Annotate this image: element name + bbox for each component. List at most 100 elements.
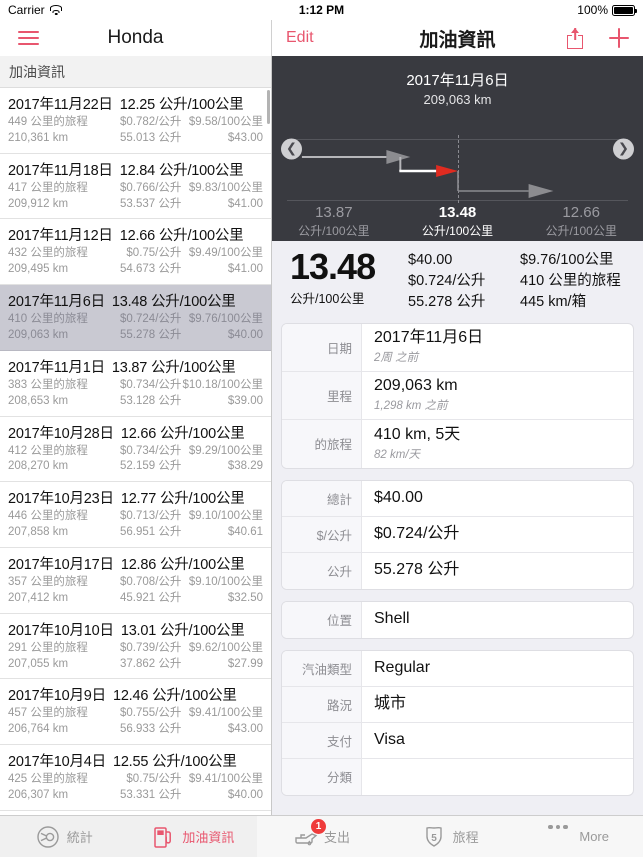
detail-row-label: 路況 [282,686,362,722]
detail-row[interactable]: 汽油類型 Regular [282,650,633,687]
fillup-row[interactable]: 2017年10月9日 12.46 公升/100公里 457 公里的旅程 $0.755/… [0,679,271,746]
detail-row-subvalue: 1,298 km 之前 [374,400,448,413]
scrollbar[interactable] [267,90,270,124]
detail-row-value-cell[interactable]: 410 km, 5天 82 km/天 [362,420,633,468]
fillup-row-line-2: 207,412 km 45.921 公升 $32.50 [8,591,263,607]
detail-row-value-cell[interactable]: 2017年11月6日 2周 之前 [362,324,633,371]
chart-next-button[interactable]: ❯ [613,138,634,159]
fillup-row-efficiency: 12.25 公升/100公里 [119,97,244,113]
detail-row-value-cell[interactable]: $0.724/公升 [362,517,633,552]
tab-oil-can[interactable]: 1 支出 [257,816,386,857]
fillup-row-line-2: 208,270 km 52.159 公升 $38.29 [8,459,263,475]
fillup-row-litres: 54.673 公升 [120,263,182,276]
detail-row-value-cell[interactable]: Visa [362,723,633,758]
fillup-row-line-2: 210,361 km 55.013 公升 $43.00 [8,131,263,147]
hamburger-menu-icon[interactable] [6,31,50,45]
detail-row[interactable]: 支付 Visa [282,722,633,759]
detail-row-value: Shell [374,610,410,628]
detail-row[interactable]: 位置 Shell [282,601,633,638]
detail-row-value-cell[interactable]: $40.00 [362,481,633,516]
plus-icon[interactable] [609,28,629,48]
fillup-row[interactable]: 2017年11月1日 13.87 公升/100公里 383 公里的旅程 $0.734/… [0,350,271,417]
detail-row[interactable]: 路況 城市 [282,686,633,723]
fillup-row-odometer: 209,912 km [8,197,69,210]
status-bar-right: 100% [577,3,643,17]
detail-row-label: 支付 [282,722,362,758]
fillup-row-efficiency: 12.66 公升/100公里 [120,425,245,442]
app-root: Carrier 1:12 PM 100% Honda Edit 加油資訊 加油資… [0,0,643,857]
chart-prev-button[interactable]: ❮ [281,138,302,159]
detail-row-subvalue: 82 km/天 [374,448,421,461]
detail-row[interactable]: $/公升 $0.724/公升 [282,516,633,553]
fillup-row[interactable]: 2017年10月4日 12.55 公升/100公里 425 公里的旅程 $0.75/公… [0,745,271,811]
fillup-row-line-1: 291 公里的旅程 $0.739/公升 $9.62/100公里 [8,641,263,657]
fillup-row[interactable]: 2017年10月17日 12.86 公升/100公里 357 公里的旅程 $0.708… [0,548,271,614]
chart-current-marker [457,135,459,203]
fillup-row-cost-per-100: $9.58/100公里 [188,116,263,128]
fillups-sidebar: 加油資訊 2017年11月22日 12.25 公升/100公里 449 公里的旅程 $… [0,56,272,815]
edit-button[interactable]: Edit [286,29,314,47]
fillup-row[interactable]: 2017年10月10日 13.01 公升/100公里 291 公里的旅程 $0.739… [0,613,271,680]
detail-row[interactable]: 總計 $40.00 [282,480,633,517]
detail-row-value-cell[interactable]: Regular [362,651,633,686]
detail-row-value-cell[interactable]: Shell [362,602,633,638]
tab-label: 統計 [66,830,93,845]
summary-column-2: $40.00 $0.724/公升 55.278 公升 [408,250,520,313]
fillup-row-line-1: 457 公里的旅程 $0.755/公升 $9.41/100公里 [8,706,263,722]
detail-row-value-cell[interactable] [362,759,633,795]
fillup-row-trip: 432 公里的旅程 [8,247,88,260]
fillup-row[interactable]: 2017年10月28日 12.66 公升/100公里 412 公里的旅程 $0.734… [0,416,271,483]
fillup-row-cost-per-100: $9.83/100公里 [188,181,263,194]
detail-row[interactable]: 公升 55.278 公升 [282,552,633,589]
summary-trip-distance: 410 公里的旅程 [520,272,621,289]
fuel-pump-icon [151,825,175,849]
fillup-row-total: $41.00 [227,263,263,276]
fillup-row-price-per-litre: $0.708/公升 [120,576,182,589]
tab-label: More [579,829,609,844]
fillup-row-trip: 412 公里的旅程 [8,444,88,457]
chart-tick-unit: 公升/100公里 [421,224,494,238]
fillup-row-efficiency: 12.77 公升/100公里 [120,491,245,508]
battery-icon [612,4,637,16]
fillup-row-litres: 52.159 公升 [120,460,182,473]
nav-actions [567,27,629,49]
detail-row-value: 55.278 公升 [374,561,460,579]
fillup-row-odometer: 206,764 km [8,723,69,736]
tab-fuel-pump[interactable]: 加油資訊 [128,816,258,857]
fillup-row-headline: 2017年11月6日 13.48 公升/100公里 [8,290,263,311]
fillup-row-line-2: 207,055 km 37.862 公升 $27.99 [8,657,263,673]
chart-subtitle: 209,063 km [423,92,492,107]
detail-row-value: Visa [374,730,405,748]
summary-primary: 13.48 公升/100公里 [290,246,408,307]
fillup-row-cost-per-100: $9.41/100公里 [188,773,263,786]
detail-row[interactable]: 的旅程 410 km, 5天 82 km/天 [282,419,633,468]
fillups-list[interactable]: 2017年11月22日 12.25 公升/100公里 449 公里的旅程 $0.782… [0,88,271,815]
tab-stats-gauge[interactable]: 統計 [0,816,129,857]
fillup-row-line-2: 206,307 km 53.331 公升 $40.00 [8,788,263,804]
fillup-row-price-per-litre: $0.755/公升 [120,707,182,720]
detail-row[interactable]: 日期 2017年11月6日 2周 之前 [282,323,633,372]
fillup-row[interactable]: 2017年11月18日 12.84 公升/100公里 417 公里的旅程 $0.766… [0,153,271,220]
fillup-row[interactable]: 2017年11月12日 12.66 公升/100公里 432 公里的旅程 $0.75/… [0,219,271,286]
chart-tick-unit: 公升/100公里 [545,224,617,238]
chart-title: 2017年11月6日 [406,72,509,89]
fillup-row[interactable]: 2017年11月6日 13.48 公升/100公里 410 公里的旅程 $0.724/… [0,285,271,351]
detail-row[interactable]: 里程 209,063 km 1,298 km 之前 [282,371,633,420]
fillup-row[interactable]: 2017年11月22日 12.25 公升/100公里 449 公里的旅程 $0.782… [0,88,271,154]
tab-highway-shield[interactable]: 5 旅程 [386,816,515,857]
share-icon[interactable] [567,27,583,49]
fillup-row-date: 2017年10月10日 [8,622,114,639]
detail-row-label: $/公升 [282,516,362,552]
detail-row-value-cell[interactable]: 55.278 公升 [362,553,633,589]
detail-group: 日期 2017年11月6日 2周 之前 里程 209,063 km 1,298 km 之前… [281,322,634,469]
svg-text:5: 5 [431,833,437,844]
fillup-row[interactable]: 2017年10月23日 12.77 公升/100公里 446 公里的旅程 $0.713… [0,482,271,549]
fillup-row[interactable]: 2017年9月27日13.84 公升/100公里251 公里的旅程$0.713/… [0,810,271,815]
tab-ellipsis[interactable]: More [514,816,643,857]
detail-row-value-cell[interactable]: 城市 [362,687,633,722]
detail-row-value-cell[interactable]: 209,063 km 1,298 km 之前 [362,372,633,419]
summary-cost-per-100: $9.76/100公里 [520,252,614,268]
summary-efficiency-value: 13.48 [290,246,376,287]
detail-row[interactable]: 分類 [282,758,633,795]
fillup-row-headline: 2017年10月17日 12.86 公升/100公里 [8,553,263,574]
